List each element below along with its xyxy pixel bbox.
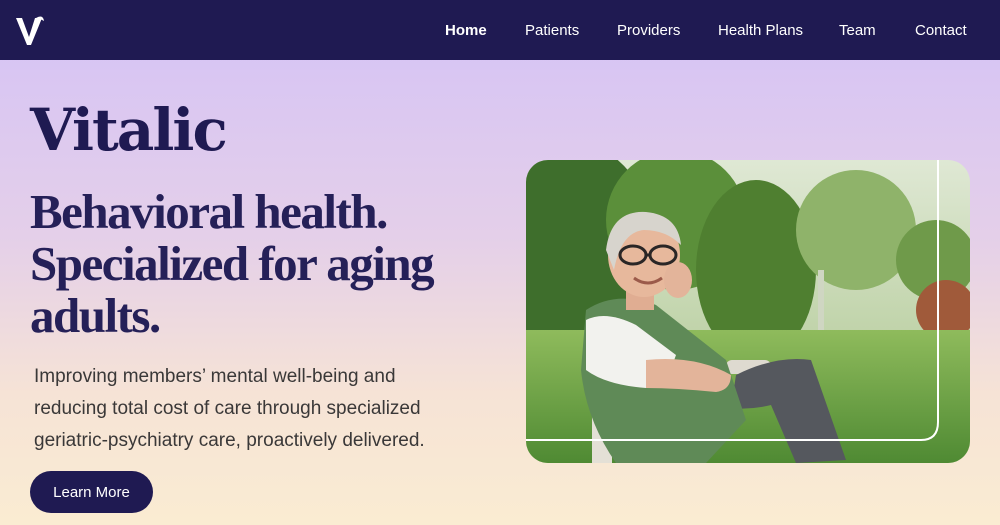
top-navbar: Home Patients Providers Health Plans Tea… xyxy=(0,0,1000,60)
nav-providers[interactable]: Providers xyxy=(617,22,680,39)
headline-line-1: Behavioral health. xyxy=(30,184,388,239)
hero-headline: Behavioral health. Specialized for aging… xyxy=(30,186,500,342)
nav-contact[interactable]: Contact xyxy=(915,22,967,39)
garden-portrait-illustration xyxy=(526,160,970,463)
vitalic-logo[interactable] xyxy=(15,12,45,46)
headline-line-3: adults. xyxy=(30,288,161,343)
headline-line-2: Specialized for aging xyxy=(30,236,435,291)
description-line-2: reducing total cost of care through spec… xyxy=(34,398,421,419)
nav-patients[interactable]: Patients xyxy=(525,22,579,39)
hero-photo xyxy=(526,160,970,463)
description-line-1: Improving members’ mental well-being and xyxy=(34,366,396,387)
nav-home[interactable]: Home xyxy=(445,22,487,39)
hero-description: Improving members’ mental well-being and… xyxy=(34,361,494,457)
learn-more-button[interactable]: Learn More xyxy=(30,471,153,513)
description-line-3: geriatric-psychiatry care, proactively d… xyxy=(34,430,425,451)
brand-wordmark: Vitalic xyxy=(30,96,228,164)
nav-health-plans[interactable]: Health Plans xyxy=(718,22,803,39)
v-logo-icon xyxy=(16,16,44,45)
nav-team[interactable]: Team xyxy=(839,22,876,39)
